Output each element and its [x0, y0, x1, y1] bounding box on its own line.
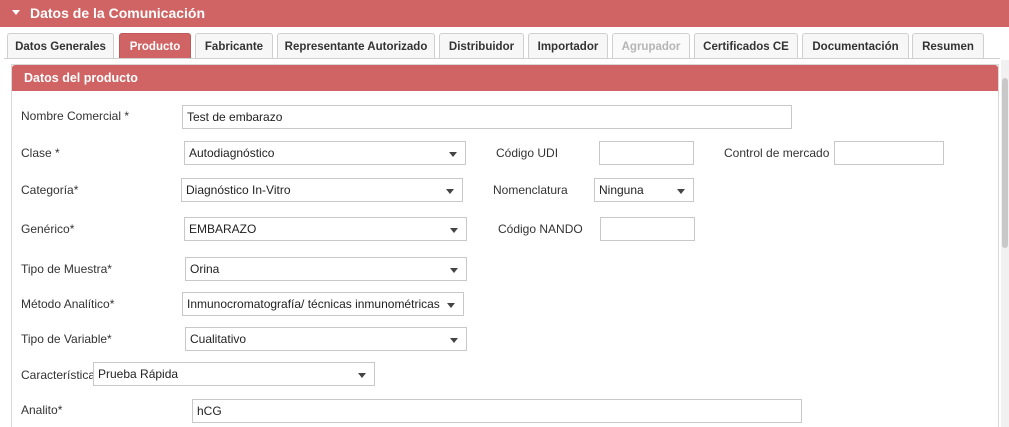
tipo-variable-select[interactable]: Cualitativo — [185, 327, 467, 351]
tab-datos-generales[interactable]: Datos Generales — [7, 33, 114, 59]
section-header[interactable]: Datos de la Comunicación — [0, 0, 1009, 27]
categoria-label: Categoría* — [21, 183, 79, 197]
tab-documentacion[interactable]: Documentación — [802, 33, 909, 59]
nomenclatura-select[interactable]: Ninguna — [594, 178, 694, 202]
tab-representante-autorizado[interactable]: Representante Autorizado — [277, 33, 435, 59]
tab-certificados-ce[interactable]: Certificados CE — [694, 33, 798, 59]
tab-importador[interactable]: Importador — [528, 33, 608, 59]
nomenclatura-label: Nomenclatura — [493, 183, 568, 197]
clase-label: Clase * — [21, 146, 60, 160]
generico-select[interactable]: EMBARAZO — [184, 217, 467, 241]
chevron-down-icon — [447, 303, 455, 308]
codigo-udi-label: Código UDI — [496, 146, 559, 160]
chevron-down-icon — [449, 152, 457, 157]
chevron-down-icon — [450, 268, 458, 273]
chevron-down-icon — [450, 338, 458, 343]
control-mercado-input[interactable] — [834, 141, 944, 165]
caret-down-icon[interactable] — [12, 10, 20, 15]
codigo-udi-input[interactable] — [599, 141, 694, 165]
generico-value: EMBARAZO — [189, 222, 257, 236]
chevron-down-icon — [677, 189, 685, 194]
metodo-analitico-value: Inmunocromatografía/ técnicas inmunométr… — [187, 297, 440, 311]
tipo-muestra-select[interactable]: Orina — [185, 257, 467, 281]
tipo-muestra-value: Orina — [190, 262, 220, 276]
caracteristica-select[interactable]: Prueba Rápida — [93, 362, 375, 386]
tab-divider — [4, 58, 1000, 59]
section-title: Datos de la Comunicación — [30, 5, 206, 21]
nomenclatura-value: Ninguna — [599, 183, 644, 197]
categoria-select[interactable]: Diagnóstico In-Vitro — [181, 178, 463, 202]
tipo-variable-label: Tipo de Variable* — [21, 332, 112, 346]
nombre-comercial-label: Nombre Comercial * — [21, 109, 130, 123]
vertical-scrollbar[interactable] — [1001, 60, 1009, 427]
chevron-down-icon — [450, 228, 458, 233]
caracteristica-label: Característica — [21, 368, 96, 382]
caracteristica-value: Prueba Rápida — [98, 367, 179, 381]
clase-value: Autodiagnóstico — [189, 146, 275, 160]
analito-input[interactable]: hCG — [192, 399, 802, 423]
generico-label: Genérico* — [21, 222, 75, 236]
tipo-variable-value: Cualitativo — [190, 332, 247, 346]
panel-title: Datos del producto — [12, 65, 998, 91]
tab-fabricante[interactable]: Fabricante — [195, 33, 273, 59]
codigo-nando-label: Código NANDO — [498, 222, 583, 236]
tab-agrupador: Agrupador — [612, 33, 690, 59]
scrollbar-thumb[interactable] — [1002, 78, 1008, 248]
analito-label: Analito* — [21, 403, 63, 417]
tipo-muestra-label: Tipo de Muestra* — [21, 262, 112, 276]
tab-producto[interactable]: Producto — [119, 33, 191, 59]
metodo-analitico-select[interactable]: Inmunocromatografía/ técnicas inmunométr… — [182, 292, 464, 316]
clase-select[interactable]: Autodiagnóstico — [184, 141, 466, 165]
categoria-value: Diagnóstico In-Vitro — [186, 183, 291, 197]
metodo-analitico-label: Método Analítico* — [21, 297, 115, 311]
control-mercado-label: Control de mercado — [724, 146, 830, 160]
nombre-comercial-input[interactable]: Test de embarazo — [182, 105, 792, 129]
codigo-nando-input[interactable] — [600, 217, 695, 241]
tab-resumen[interactable]: Resumen — [912, 33, 984, 59]
chevron-down-icon — [446, 189, 454, 194]
chevron-down-icon — [358, 373, 366, 378]
tab-distribuidor[interactable]: Distribuidor — [439, 33, 524, 59]
